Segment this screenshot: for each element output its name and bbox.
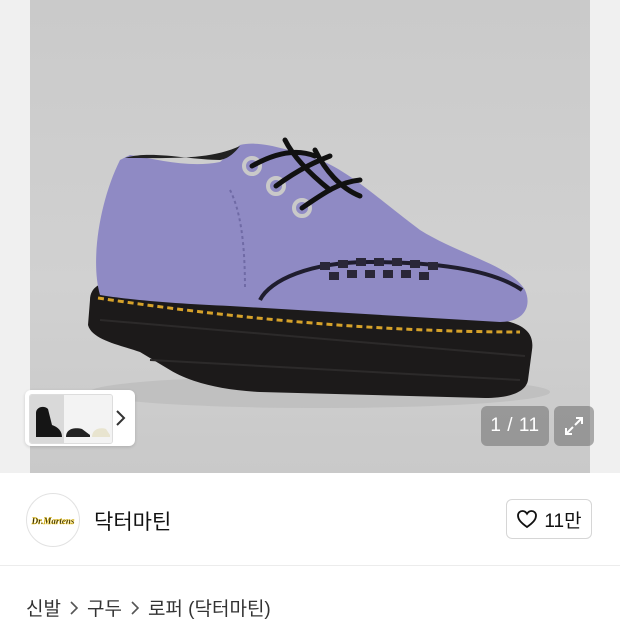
like-count: 11만 (544, 510, 582, 532)
thumbnail-shoes-illustration (30, 395, 112, 443)
brand-name[interactable]: 닥터마틴 (94, 506, 171, 536)
chevron-right-icon (130, 600, 140, 615)
chevron-right-icon (69, 600, 79, 615)
breadcrumb-item-dress-shoes[interactable]: 구두 (87, 594, 122, 621)
expand-button[interactable] (554, 406, 594, 446)
product-gallery[interactable]: 1 / 11 (0, 0, 620, 473)
divider (0, 565, 620, 566)
like-button[interactable]: 11만 (506, 499, 592, 539)
brand-logo[interactable]: Dr.Martens (26, 493, 80, 547)
chevron-right-icon (116, 410, 126, 426)
image-counter: 1 / 11 (481, 406, 549, 446)
brand-row: Dr.Martens 닥터마틴 11만 (0, 473, 620, 565)
svg-text:Dr.Martens: Dr.Martens (31, 516, 75, 526)
breadcrumb: 신발 구두 로퍼 (닥터마틴) (26, 594, 271, 621)
dr-martens-logo-icon: Dr.Martens (30, 498, 75, 542)
expand-icon (565, 417, 583, 435)
image-counter-text: 1 / 11 (490, 415, 540, 436)
heart-outline-icon (517, 510, 538, 529)
thumbnail-next-button[interactable] (111, 404, 129, 432)
thumbnail-strip[interactable] (25, 390, 135, 446)
breadcrumb-item-shoes[interactable]: 신발 (26, 594, 61, 621)
breadcrumb-item-loafer[interactable]: 로퍼 (닥터마틴) (148, 594, 271, 621)
thumbnail-image[interactable] (29, 394, 113, 444)
